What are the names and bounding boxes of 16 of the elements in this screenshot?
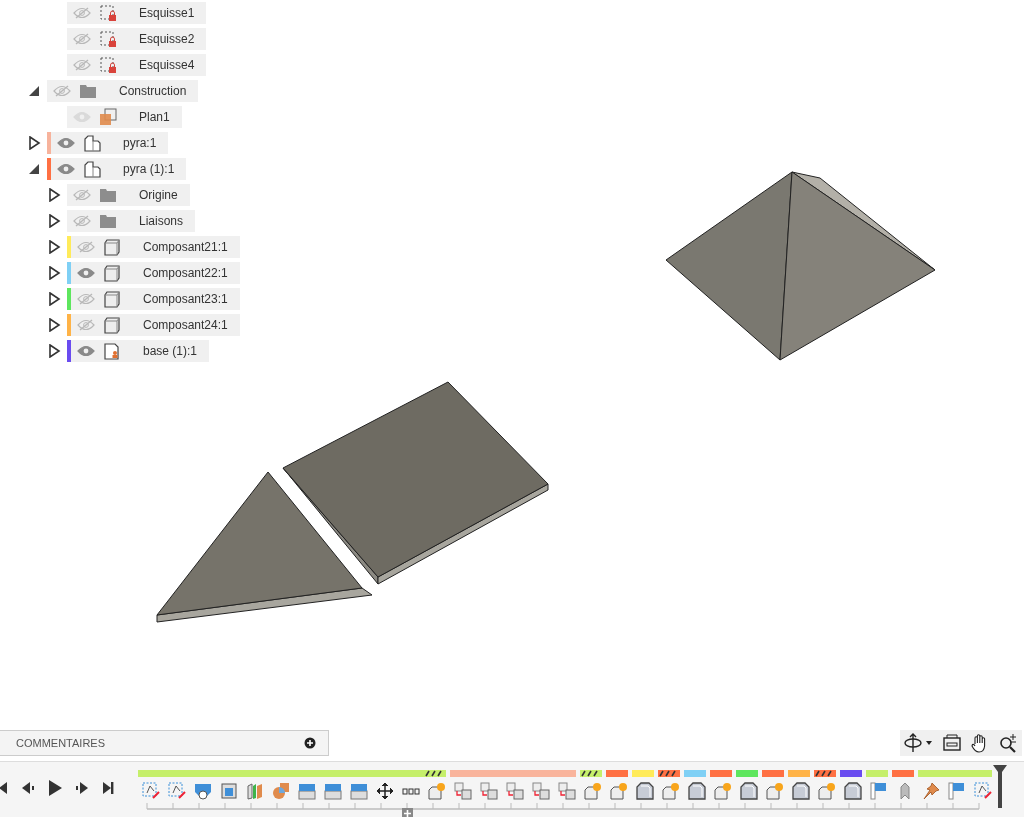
tree-item[interactable]: Composant22:1 [71,262,240,284]
tree-item[interactable]: Origine [67,184,190,206]
tree-item[interactable]: Composant21:1 [71,236,240,258]
tree-item[interactable]: Construction [47,80,199,102]
tree-item[interactable]: Composant24:1 [71,314,240,336]
comments-title: COMMENTAIRES [16,737,106,749]
tree-item[interactable]: Esquisse4 [67,54,207,76]
tree-item[interactable]: Liaisons [67,210,196,232]
tree-item[interactable]: Composant23:1 [71,288,240,310]
tree-item[interactable]: pyra:1 [51,132,169,154]
tree-item[interactable]: Esquisse1 [67,2,207,24]
tree-item[interactable]: base (1):1 [71,340,210,362]
tree-item[interactable]: Plan1 [67,106,182,128]
tree-item[interactable]: Esquisse2 [67,28,207,50]
tree-item[interactable]: pyra (1):1 [51,158,187,180]
viewport-canvas[interactable]: Esquisse1 Esquisse2 Esquisse4 Construction Plan1 pyra:1 pyra (1):1 Origine Liaisons Composant21:1 Composant22:1 Composant23:1 Composant24:1 base (1):1 [0,0,1024,725]
